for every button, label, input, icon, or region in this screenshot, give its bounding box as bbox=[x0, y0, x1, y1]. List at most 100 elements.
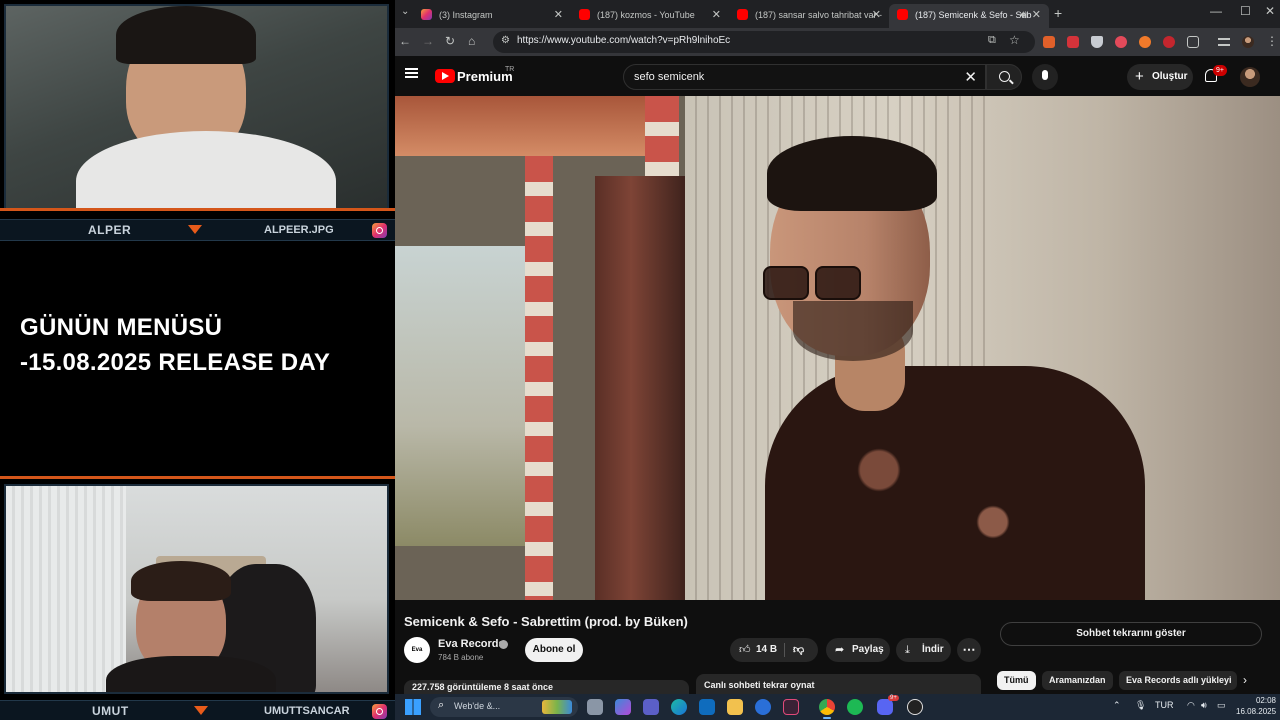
chevron-right-icon[interactable]: › bbox=[1243, 673, 1247, 687]
install-icon[interactable]: ⧉ bbox=[988, 34, 996, 47]
url-text: https://www.youtube.com/watch?v=pRh9lnih… bbox=[517, 35, 731, 46]
copilot-icon[interactable] bbox=[615, 699, 631, 715]
verified-check-icon bbox=[499, 640, 508, 649]
triangle-icon bbox=[194, 706, 208, 715]
search-highlight-icon bbox=[542, 700, 572, 714]
video-background bbox=[595, 176, 685, 600]
outlook-icon[interactable] bbox=[699, 699, 715, 715]
namebar-top: ALPER ALPEER.JPG bbox=[0, 219, 395, 241]
webcam-top bbox=[4, 4, 389, 210]
extensions-puzzle-icon[interactable] bbox=[1187, 36, 1199, 48]
search-box[interactable]: sefo semicenk ✕ bbox=[623, 64, 986, 90]
video-title: Semicenk & Sefo - Sabrettim (prod. by Bü… bbox=[404, 614, 688, 629]
bookmark-star-icon[interactable]: ☆ bbox=[1009, 33, 1020, 47]
tab-search-icon[interactable]: ⌄ bbox=[401, 6, 409, 17]
spotify-icon[interactable] bbox=[847, 699, 863, 715]
screen: ALPER ALPEER.JPG GÜNÜN MENÜSÜ -15.08.202… bbox=[0, 0, 1280, 720]
video-player[interactable] bbox=[395, 96, 1280, 600]
forward-button[interactable]: → bbox=[422, 34, 434, 48]
like-button[interactable]: 👍︎ 14 B 👎︎ bbox=[730, 638, 818, 662]
chip-all[interactable]: Tümü bbox=[997, 671, 1036, 690]
reload-button[interactable]: ↻ bbox=[445, 34, 455, 48]
thumbs-up-icon: 👍︎ bbox=[739, 644, 751, 656]
more-actions-button[interactable]: ⋯ bbox=[957, 638, 981, 662]
microphone-tray-icon[interactable]: 🎙︎ bbox=[1135, 700, 1146, 711]
streamer-name: ALPER bbox=[88, 223, 132, 237]
extension-icon[interactable] bbox=[1139, 36, 1151, 48]
minimize-button[interactable]: — bbox=[1210, 4, 1222, 18]
close-icon[interactable]: ✕ bbox=[872, 4, 881, 26]
shield-icon[interactable] bbox=[1091, 36, 1103, 48]
video-background bbox=[395, 246, 535, 546]
thumbs-down-icon[interactable]: 👎︎ bbox=[793, 638, 804, 662]
wifi-icon[interactable]: ◠ bbox=[1187, 700, 1195, 711]
triangle-icon bbox=[188, 225, 202, 234]
new-tab-button[interactable]: + bbox=[1054, 5, 1062, 21]
country-code: TR bbox=[505, 66, 515, 73]
menu-kebab-icon[interactable]: ⋮ bbox=[1266, 34, 1278, 48]
back-button[interactable]: ← bbox=[399, 34, 411, 48]
subscribe-button[interactable]: Abone ol bbox=[525, 638, 583, 662]
channel-avatar[interactable]: Eva bbox=[404, 637, 430, 663]
ublock-icon[interactable] bbox=[1163, 36, 1175, 48]
close-icon[interactable]: ✕ bbox=[1032, 4, 1041, 26]
tab-sansar-salvo[interactable]: (187) sansar salvo tahribat var - ✕ bbox=[729, 4, 889, 28]
chrome-icon[interactable] bbox=[819, 699, 835, 719]
hamburger-menu-icon[interactable] bbox=[405, 68, 418, 78]
youtube-header: Premium TR sefo semicenk ✕ + Oluştur 9+ bbox=[395, 56, 1280, 96]
volume-icon[interactable]: 🔊︎ bbox=[1201, 700, 1207, 711]
download-button[interactable]: ⤓ İndir bbox=[896, 638, 951, 662]
extension-icon[interactable] bbox=[1067, 36, 1079, 48]
instagram-icon bbox=[372, 223, 387, 238]
system-clock[interactable]: 02:08 16.08.2025 bbox=[1236, 695, 1276, 717]
share-button[interactable]: ➦ Paylaş bbox=[826, 638, 890, 662]
close-window-button[interactable]: ✕ bbox=[1265, 4, 1275, 18]
view-count[interactable]: 227.758 görüntüleme 8 saat önce bbox=[404, 680, 689, 694]
instagram-icon bbox=[372, 704, 387, 719]
create-button[interactable]: + Oluştur bbox=[1127, 64, 1193, 90]
cam-border bbox=[0, 208, 395, 211]
edge-icon[interactable] bbox=[671, 699, 687, 715]
chip-uploader[interactable]: Eva Records adlı yükleyi bbox=[1119, 671, 1237, 690]
profile-avatar[interactable] bbox=[1242, 36, 1254, 48]
windows-start-icon[interactable] bbox=[405, 699, 421, 715]
app-icon[interactable] bbox=[907, 699, 923, 715]
tab-kozmos[interactable]: (187) kozmos - YouTube ✕ bbox=[571, 4, 729, 28]
search-input[interactable]: sefo semicenk bbox=[634, 71, 704, 83]
extension-icon[interactable] bbox=[1043, 36, 1055, 48]
tab-instagram[interactable]: (3) Instagram ✕ bbox=[413, 4, 571, 28]
account-avatar[interactable] bbox=[1240, 67, 1260, 87]
clear-search-icon[interactable]: ✕ bbox=[964, 68, 977, 86]
channel-name[interactable]: Eva Records bbox=[438, 638, 505, 650]
taskbar-search[interactable]: ⌕ Web'de &... bbox=[430, 697, 578, 717]
speaker-icon[interactable]: 🔊︎ bbox=[1020, 4, 1027, 26]
app-icon[interactable] bbox=[783, 699, 799, 715]
search-button[interactable] bbox=[986, 64, 1022, 90]
tray-overflow-icon[interactable]: ⌃ bbox=[1113, 700, 1121, 711]
extension-icon[interactable] bbox=[1115, 36, 1127, 48]
battery-icon[interactable]: ▭ bbox=[1217, 700, 1226, 711]
youtube-logo-icon[interactable] bbox=[435, 69, 455, 83]
share-icon: ➦ bbox=[835, 644, 845, 656]
show-chat-replay-button[interactable]: Sohbet tekrarını göster bbox=[1000, 622, 1262, 646]
reading-list-icon[interactable] bbox=[1218, 38, 1230, 46]
maximize-button[interactable]: ☐ bbox=[1240, 4, 1251, 18]
microphone-icon[interactable] bbox=[1032, 64, 1058, 90]
task-view-icon[interactable] bbox=[587, 699, 603, 715]
tab-semicenk-sefo[interactable]: (187) Semicenk & Sefo - Sab 🔊︎ ✕ bbox=[889, 4, 1049, 28]
live-chat-replay-bar[interactable]: Canlı sohbeti tekrar oynat bbox=[696, 674, 981, 694]
home-button[interactable]: ⌂ bbox=[468, 34, 475, 48]
chip-from-search[interactable]: Aramanızdan bbox=[1042, 671, 1113, 690]
file-explorer-icon[interactable] bbox=[727, 699, 743, 715]
app-icon[interactable] bbox=[755, 699, 771, 715]
notification-badge: 9+ bbox=[1213, 65, 1227, 76]
close-icon[interactable]: ✕ bbox=[712, 4, 721, 26]
site-info-icon[interactable]: ⚙︎ bbox=[501, 35, 510, 46]
teams-icon[interactable] bbox=[643, 699, 659, 715]
menu-line: GÜNÜN MENÜSÜ bbox=[20, 314, 223, 341]
language-indicator[interactable]: TUR bbox=[1155, 700, 1174, 710]
close-icon[interactable]: ✕ bbox=[554, 4, 563, 26]
discord-icon[interactable] bbox=[877, 699, 893, 715]
plus-icon: + bbox=[1135, 68, 1144, 85]
address-bar[interactable]: ⚙︎ https://www.youtube.com/watch?v=pRh9l… bbox=[493, 31, 1035, 53]
